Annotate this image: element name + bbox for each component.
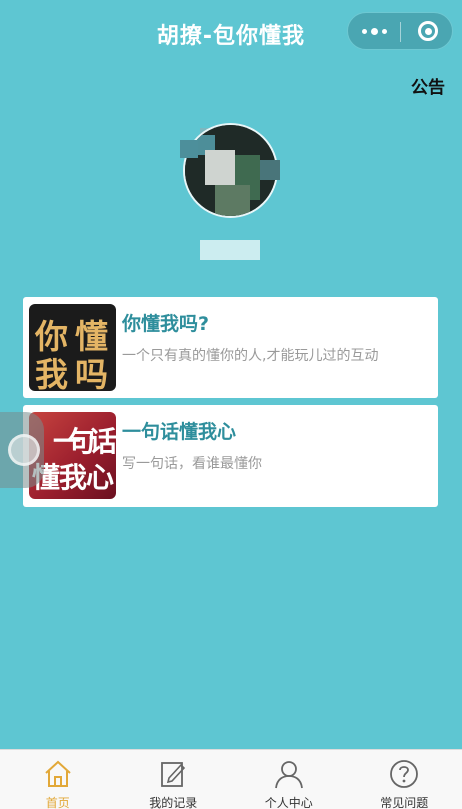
- floating-assist-button[interactable]: [0, 412, 44, 488]
- navigation-bar: 胡撩-包你懂我: [0, 0, 462, 64]
- tab-my-records[interactable]: 我的记录: [116, 750, 232, 809]
- thumb-char: 我: [35, 355, 68, 391]
- tab-bar: 首页 我的记录 个人中心 常见问题: [0, 749, 462, 809]
- user-icon: [274, 761, 303, 789]
- dot-icon: [370, 27, 378, 35]
- card-title: 你懂我吗?: [122, 313, 210, 335]
- notice-link[interactable]: 公告: [411, 73, 445, 98]
- avatar-pixelation: [260, 160, 280, 180]
- thumb-char: 我: [59, 461, 88, 494]
- tab-home[interactable]: 首页: [0, 750, 116, 809]
- avatar-pixelation: [180, 140, 198, 158]
- capsule-divider: [400, 22, 401, 42]
- thumb-char: 吗: [75, 355, 108, 391]
- tab-label: 个人中心: [264, 796, 313, 809]
- assist-circle-icon: [8, 434, 40, 466]
- more-menu-button[interactable]: [348, 13, 400, 49]
- mini-program-capsule: [347, 12, 453, 50]
- card-thumbnail: 你 懂 我 吗: [29, 304, 116, 391]
- question-icon: [390, 760, 419, 788]
- thumb-char: 话: [89, 425, 116, 458]
- close-mini-program-button[interactable]: [404, 13, 452, 49]
- tab-personal-center[interactable]: 个人中心: [231, 750, 347, 809]
- thumb-char: 心: [86, 461, 115, 494]
- dot-icon: [381, 28, 387, 34]
- game-card-understand-me[interactable]: 你 懂 我 吗 你懂我吗? 一个只有真的懂你的人,才能玩儿过的互动: [23, 297, 438, 398]
- card-description: 一个只有真的懂你的人,才能玩儿过的互动: [122, 348, 379, 364]
- home-icon: [45, 760, 71, 787]
- game-card-one-sentence[interactable]: 一 句 话 懂 我 心 一句话懂我心 写一句话，看谁最懂你: [23, 405, 438, 507]
- card-description: 写一句话，看谁最懂你: [122, 456, 262, 472]
- card-title: 一句话懂我心: [122, 421, 237, 443]
- tab-faq[interactable]: 常见问题: [347, 750, 462, 809]
- target-circle-icon: [418, 21, 438, 41]
- tab-label: 首页: [45, 796, 70, 809]
- nickname-redacted: [200, 240, 260, 260]
- edit-record-icon: [161, 762, 186, 787]
- tab-label: 我的记录: [149, 796, 198, 809]
- tab-label: 常见问题: [380, 796, 429, 809]
- dot-icon: [361, 28, 367, 34]
